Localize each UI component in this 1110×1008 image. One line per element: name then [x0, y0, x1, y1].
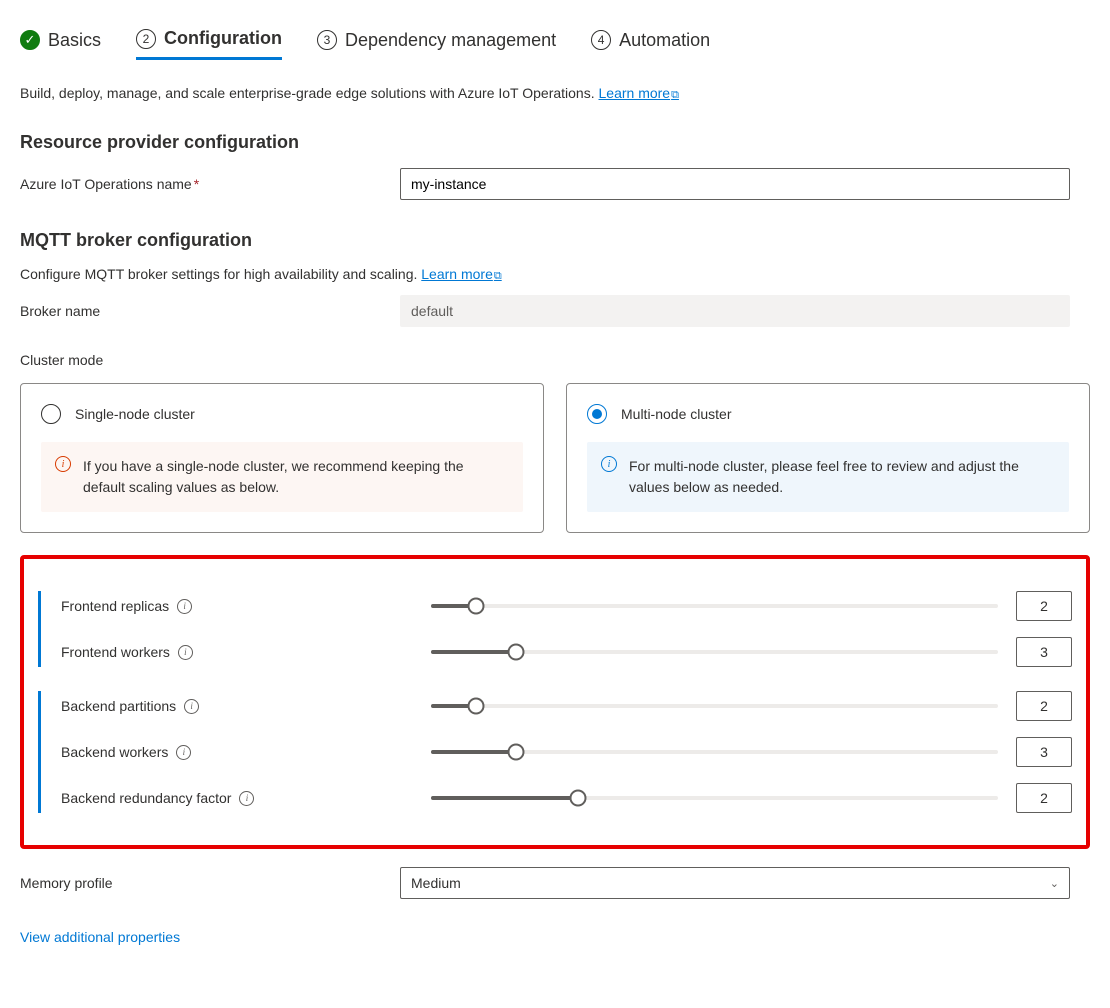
wizard-tabs: ✓ Basics 2 Configuration 3 Dependency ma…	[20, 20, 1090, 60]
name-input[interactable]	[400, 168, 1070, 200]
mqtt-heading: MQTT broker configuration	[20, 230, 1090, 251]
backend-workers-slider[interactable]	[431, 750, 998, 754]
tab-label: Configuration	[164, 28, 282, 49]
backend-partitions-slider[interactable]	[431, 704, 998, 708]
slider-thumb-icon[interactable]	[508, 644, 525, 661]
tab-automation[interactable]: 4 Automation	[591, 20, 710, 60]
mqtt-learn-more-link[interactable]: Learn more⧉	[421, 266, 501, 282]
multi-node-radio-row[interactable]: Multi-node cluster	[587, 404, 1069, 424]
broker-name-input	[400, 295, 1070, 327]
slider-thumb-icon[interactable]	[468, 598, 485, 615]
radio-checked-icon	[587, 404, 607, 424]
info-icon[interactable]: i	[178, 645, 193, 660]
tab-configuration[interactable]: 2 Configuration	[136, 20, 282, 60]
form-row-name: Azure IoT Operations name*	[20, 168, 1090, 200]
frontend-workers-row: Frontend workers i 3	[61, 637, 1072, 667]
learn-more-link[interactable]: Learn more⧉	[599, 85, 679, 101]
tab-label: Automation	[619, 30, 710, 51]
tab-dependency-management[interactable]: 3 Dependency management	[317, 20, 556, 60]
mqtt-description: Configure MQTT broker settings for high …	[20, 266, 1090, 283]
chevron-down-icon: ⌄	[1050, 877, 1059, 890]
memory-profile-value: Medium	[411, 875, 461, 891]
multi-node-info-box: i For multi-node cluster, please feel fr…	[587, 442, 1069, 512]
frontend-replicas-value[interactable]: 2	[1016, 591, 1072, 621]
frontend-slider-group: Frontend replicas i 2 Frontend workers i…	[38, 591, 1072, 667]
info-icon[interactable]: i	[177, 599, 192, 614]
cluster-mode-options: Single-node cluster i If you have a sing…	[20, 383, 1090, 533]
backend-redundancy-row: Backend redundancy factor i 2	[61, 783, 1072, 813]
backend-partitions-label: Backend partitions i	[61, 698, 431, 714]
backend-workers-row: Backend workers i 3	[61, 737, 1072, 767]
tab-label: Basics	[48, 30, 101, 51]
single-node-info-text: If you have a single-node cluster, we re…	[83, 456, 509, 498]
broker-name-label: Broker name	[20, 303, 400, 319]
backend-redundancy-slider[interactable]	[431, 796, 998, 800]
highlighted-sliders-region: Frontend replicas i 2 Frontend workers i…	[20, 555, 1090, 849]
frontend-workers-label: Frontend workers i	[61, 644, 431, 660]
single-node-title: Single-node cluster	[75, 406, 195, 422]
backend-workers-value[interactable]: 3	[1016, 737, 1072, 767]
name-label: Azure IoT Operations name*	[20, 176, 400, 192]
backend-partitions-row: Backend partitions i 2	[61, 691, 1072, 721]
step-number-icon: 4	[591, 30, 611, 50]
info-icon[interactable]: i	[239, 791, 254, 806]
backend-workers-label: Backend workers i	[61, 744, 431, 760]
form-row-broker-name: Broker name	[20, 295, 1090, 327]
step-number-icon: 2	[136, 29, 156, 49]
multi-node-info-text: For multi-node cluster, please feel free…	[629, 456, 1055, 498]
slider-thumb-icon[interactable]	[570, 790, 587, 807]
cluster-mode-label: Cluster mode	[20, 352, 1090, 368]
multi-node-card[interactable]: Multi-node cluster i For multi-node clus…	[566, 383, 1090, 533]
single-node-radio-row[interactable]: Single-node cluster	[41, 404, 523, 424]
info-icon: i	[601, 456, 617, 472]
info-icon: i	[55, 456, 71, 472]
frontend-replicas-row: Frontend replicas i 2	[61, 591, 1072, 621]
slider-thumb-icon[interactable]	[468, 698, 485, 715]
single-node-card[interactable]: Single-node cluster i If you have a sing…	[20, 383, 544, 533]
tab-label: Dependency management	[345, 30, 556, 51]
single-node-info-box: i If you have a single-node cluster, we …	[41, 442, 523, 512]
radio-unchecked-icon	[41, 404, 61, 424]
multi-node-title: Multi-node cluster	[621, 406, 732, 422]
info-icon[interactable]: i	[176, 745, 191, 760]
slider-thumb-icon[interactable]	[508, 744, 525, 761]
frontend-workers-slider[interactable]	[431, 650, 998, 654]
step-number-icon: 3	[317, 30, 337, 50]
frontend-workers-value[interactable]: 3	[1016, 637, 1072, 667]
checkmark-icon: ✓	[20, 30, 40, 50]
backend-redundancy-value[interactable]: 2	[1016, 783, 1072, 813]
view-additional-properties-link[interactable]: View additional properties	[20, 929, 180, 945]
memory-profile-dropdown[interactable]: Medium ⌄	[400, 867, 1070, 899]
tab-basics[interactable]: ✓ Basics	[20, 20, 101, 60]
backend-partitions-value[interactable]: 2	[1016, 691, 1072, 721]
resource-provider-heading: Resource provider configuration	[20, 132, 1090, 153]
external-link-icon: ⧉	[671, 89, 679, 101]
info-icon[interactable]: i	[184, 699, 199, 714]
memory-profile-row: Memory profile Medium ⌄	[20, 867, 1090, 899]
external-link-icon: ⧉	[494, 270, 502, 282]
page-description: Build, deploy, manage, and scale enterpr…	[20, 85, 1090, 102]
frontend-replicas-slider[interactable]	[431, 604, 998, 608]
backend-redundancy-label: Backend redundancy factor i	[61, 790, 431, 806]
backend-slider-group: Backend partitions i 2 Backend workers i…	[38, 691, 1072, 813]
frontend-replicas-label: Frontend replicas i	[61, 598, 431, 614]
memory-profile-label: Memory profile	[20, 875, 400, 891]
